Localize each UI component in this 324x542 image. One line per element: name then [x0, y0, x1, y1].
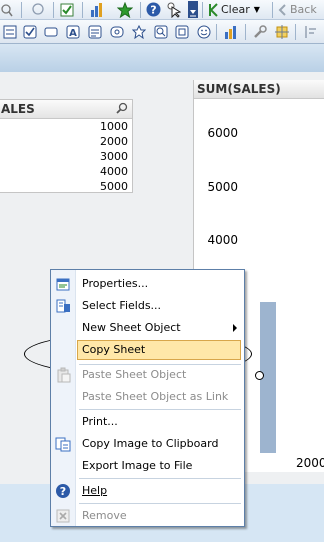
context-menu: Properties... Select Fields... New Sheet… [50, 269, 245, 527]
search-icon[interactable] [116, 102, 128, 114]
menu-item-label: Copy Sheet [82, 343, 146, 356]
menu-item-copy-sheet[interactable]: Copy Sheet [77, 340, 241, 360]
submenu-arrow-icon [233, 324, 237, 332]
menu-item-properties[interactable]: Properties... [52, 274, 243, 294]
back-icon [278, 3, 286, 16]
list-icon[interactable] [1, 23, 19, 41]
menu-item-remove: Remove [52, 506, 243, 526]
star-icon[interactable] [116, 1, 134, 18]
back-label: Back [290, 3, 317, 16]
dropdown-icon[interactable] [188, 1, 198, 18]
layout-icon[interactable] [301, 23, 319, 41]
menu-item-label: Paste Sheet Object [82, 368, 187, 381]
button-icon[interactable] [42, 23, 60, 41]
listbox-caption[interactable]: ALES [0, 100, 132, 119]
svg-text:?: ? [150, 4, 156, 17]
list-item[interactable]: 4000 [0, 164, 132, 179]
currency-icon[interactable] [108, 23, 126, 41]
text-icon[interactable]: A [64, 23, 82, 41]
y-tick-label: 5000 [207, 179, 238, 194]
x-tick-label: 2000 [296, 456, 324, 470]
list-item[interactable]: 5000 [0, 179, 132, 194]
menu-item-label: Properties... [82, 277, 149, 290]
select-fields-icon [56, 299, 70, 313]
menu-item-label: Copy Image to Clipboard [82, 437, 219, 450]
remove-icon [56, 509, 70, 523]
menu-item-help[interactable]: ? Help [52, 481, 243, 501]
chart-title: SUM(SALES) [197, 82, 281, 96]
check-icon[interactable] [59, 1, 75, 18]
back-button[interactable]: Back [277, 1, 324, 18]
menu-item-label: Select Fields... [82, 299, 162, 312]
chart-icon[interactable] [88, 1, 106, 18]
menu-item-label: New Sheet Object [82, 321, 181, 334]
paste-icon [57, 367, 71, 383]
chart-caption[interactable]: SUM(SALES) [194, 80, 324, 99]
checkbox-icon[interactable] [21, 23, 39, 41]
listbox-title: ALES [1, 102, 35, 116]
container-icon[interactable] [173, 23, 191, 41]
drag-handle[interactable] [255, 371, 264, 380]
menu-item-label: Paste Sheet Object as Link [82, 390, 229, 403]
clear-button[interactable]: Clear ▼ [208, 1, 270, 18]
menu-item-label: Help [82, 484, 108, 497]
list-item[interactable]: 2000 [0, 134, 132, 149]
search-icon[interactable] [0, 1, 14, 18]
menu-item-paste-sheet-object-as-link: Paste Sheet Object as Link [52, 387, 243, 407]
menu-item-label: Print... [82, 415, 118, 428]
list-item[interactable]: 1000 [0, 119, 132, 134]
search-object-icon[interactable] [152, 23, 170, 41]
menu-item-select-fields[interactable]: Select Fields... [52, 296, 243, 316]
list-item[interactable]: 3000 [0, 149, 132, 164]
y-tick-label: 4000 [207, 233, 238, 247]
pointer-icon[interactable] [166, 1, 182, 18]
chevron-down-icon: ▼ [253, 5, 260, 14]
menu-separator [79, 503, 241, 504]
menu-item-new-sheet-object[interactable]: New Sheet Object [52, 318, 243, 338]
menu-separator [79, 478, 241, 479]
search-icon[interactable] [30, 1, 46, 18]
menu-item-paste-sheet-object: Paste Sheet Object [52, 365, 243, 385]
design-toolbar: A [0, 20, 324, 44]
menu-item-print[interactable]: Print... [52, 412, 243, 432]
lines-icon[interactable] [86, 23, 104, 41]
copy-image-icon [55, 437, 71, 452]
bookmark-icon[interactable] [130, 23, 148, 41]
help-icon[interactable]: ? [145, 1, 161, 18]
menu-item-export-image[interactable]: Export Image to File [52, 456, 243, 476]
wrench-icon[interactable] [251, 23, 269, 41]
top-toolbar: ? Clear ▼ Back [0, 0, 324, 20]
menu-item-label: Remove [82, 509, 127, 522]
grid-icon[interactable] [273, 23, 291, 41]
sheet-tab-strip [0, 44, 324, 73]
menu-item-copy-image[interactable]: Copy Image to Clipboard [52, 434, 243, 454]
menu-item-label: Export Image to File [82, 459, 193, 472]
sales-listbox[interactable]: ALES 1000 2000 3000 4000 5000 [0, 99, 133, 193]
properties-icon [56, 278, 70, 291]
y-tick-label: 6000 [207, 126, 238, 140]
svg-text:?: ? [60, 485, 66, 498]
smiley-icon[interactable] [195, 23, 213, 41]
help-icon: ? [56, 484, 70, 498]
svg-text:A: A [69, 28, 77, 39]
chart-wizard-icon[interactable] [222, 23, 240, 41]
clear-icon [209, 2, 218, 17]
menu-separator [79, 409, 241, 410]
clear-label: Clear [221, 3, 250, 16]
